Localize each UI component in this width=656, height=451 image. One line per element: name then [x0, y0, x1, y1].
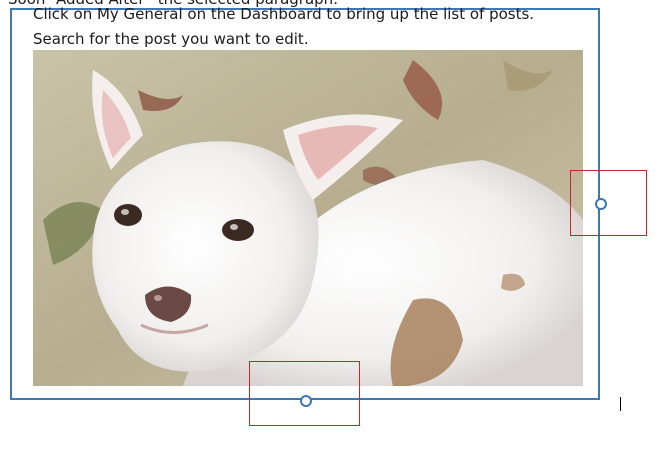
highlight-box-bottom-handle — [249, 361, 360, 426]
paragraph-line-1: Click on My General on the Dashboard to … — [33, 5, 535, 23]
paragraph-line-2: Search for the post you want to edit. — [33, 30, 309, 48]
text-cursor — [620, 397, 621, 411]
dog-photo-illustration — [33, 50, 583, 386]
highlight-box-right-handle — [570, 170, 647, 236]
dog-photo[interactable] — [33, 50, 583, 386]
